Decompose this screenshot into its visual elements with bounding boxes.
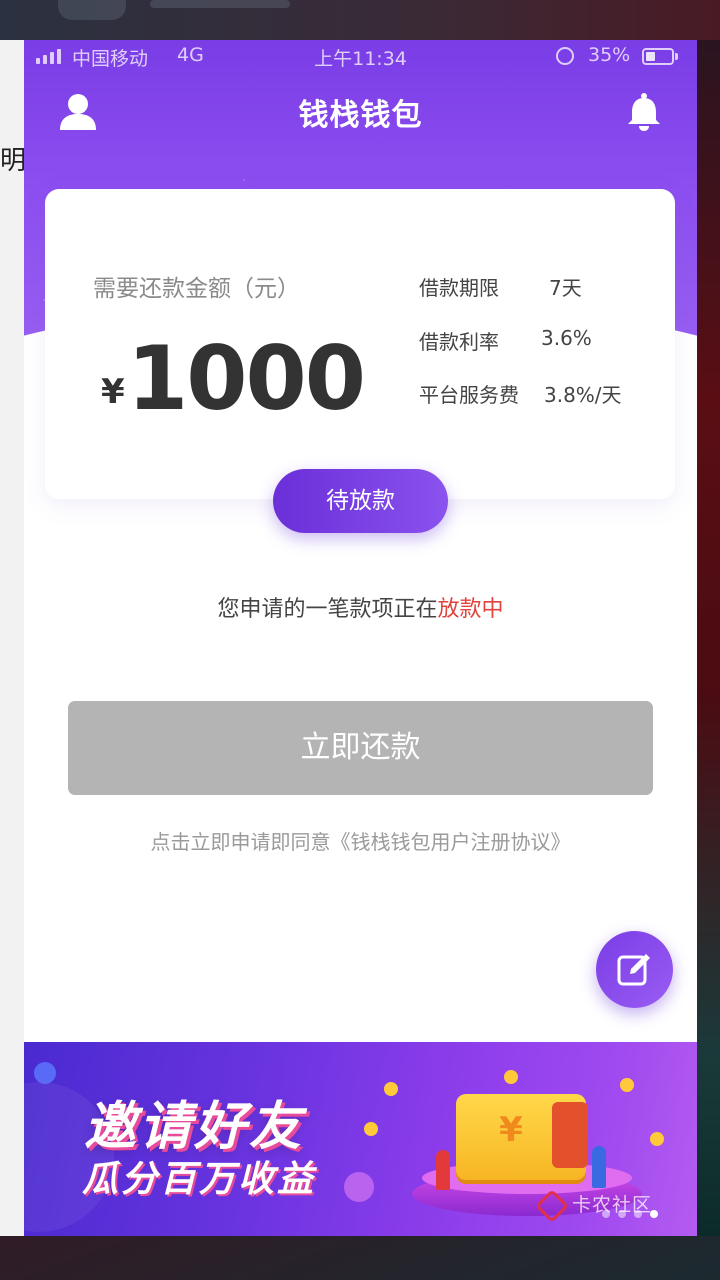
background-app-icon [58, 0, 126, 20]
coin-icon [650, 1132, 664, 1146]
fee-value: 3.8%/天 [544, 383, 622, 407]
loan-info-card: 需要还款金额（元） ¥ 1000 借款期限 7天 借款利率 3.6% 平台服务费… [45, 189, 675, 499]
carousel-dot-active[interactable] [650, 1210, 658, 1218]
status-bar: 中国移动 4G 上午11:34 35% [24, 40, 697, 74]
banner-decoration [34, 1062, 56, 1084]
term-label: 借款期限 [419, 276, 499, 300]
coin-icon [384, 1082, 398, 1096]
carousel-indicator[interactable] [602, 1210, 658, 1218]
term-value: 7天 [549, 276, 582, 300]
status-notice: 您申请的一笔款项正在放款中 [24, 591, 697, 623]
agreement-link[interactable]: 点击立即申请即同意《钱栈钱包用户注册协议》 [24, 826, 697, 855]
person-figure [592, 1146, 606, 1188]
banner-subtitle: 瓜分百万收益 [82, 1159, 317, 1200]
background-app-page[interactable]: 明 [0, 40, 24, 1236]
rate-label: 借款利率 [419, 330, 499, 354]
amount-label: 需要还款金额（元） [93, 276, 300, 302]
rotation-lock-icon [556, 47, 574, 65]
notice-text: 您申请的一笔款项正在 [217, 597, 438, 622]
battery-tip [675, 53, 678, 60]
bell-icon[interactable] [625, 92, 663, 132]
status-badge: 待放款 [273, 469, 448, 533]
carousel-dot[interactable] [618, 1210, 626, 1218]
battery-icon [642, 48, 674, 65]
person-figure [436, 1150, 450, 1190]
currency-symbol: ¥ [101, 372, 125, 412]
repay-amount: 1000 [127, 327, 366, 430]
background-app-text: 明 [0, 146, 24, 176]
notice-highlight: 放款中 [437, 597, 504, 622]
rate-value: 3.6% [541, 326, 592, 350]
edit-icon[interactable] [596, 931, 673, 1008]
page-title: 钱栈钱包 [298, 98, 423, 133]
battery-percent: 35% [588, 44, 631, 66]
coin-icon [364, 1122, 378, 1136]
app-window[interactable]: 中国移动 4G 上午11:34 35% 钱栈钱包 需要还款金额（元） ¥ 100… [24, 40, 697, 1236]
coin-icon [504, 1070, 518, 1084]
invite-friends-banner[interactable]: 邀请好友 瓜分百万收益 ¥ 卡农社区 [24, 1042, 697, 1236]
background-app-header [0, 0, 720, 40]
banner-title: 邀请好友 [84, 1097, 305, 1157]
carousel-dot[interactable] [602, 1210, 610, 1218]
coin-icon [620, 1078, 634, 1092]
background-app-title [150, 0, 290, 8]
repay-now-button[interactable]: 立即还款 [68, 701, 653, 795]
banner-decoration [344, 1172, 374, 1202]
background-wallpaper-edge [697, 40, 720, 1236]
fee-label: 平台服务费 [419, 383, 519, 407]
carousel-dot[interactable] [634, 1210, 642, 1218]
wallet-yen-symbol: ¥ [499, 1110, 523, 1150]
